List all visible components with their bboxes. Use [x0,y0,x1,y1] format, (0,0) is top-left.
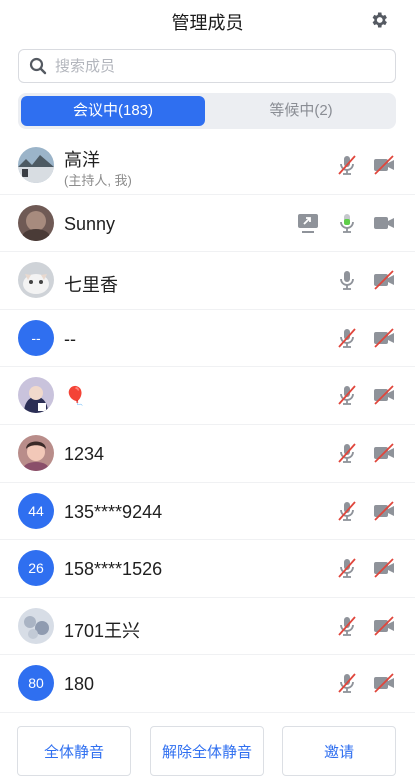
member-name: 135****9244 [64,501,163,522]
avatar [18,262,54,299]
member-tabs: 会议中(183) 等候中(2) [18,93,396,129]
member-name: 158****1526 [64,559,163,580]
mic-muted-icon[interactable] [335,671,359,695]
search-box[interactable] [18,49,396,83]
member-row[interactable]: 44 135****9244 [0,483,415,541]
member-name: 🎈 [64,386,87,407]
camera-on-icon[interactable] [372,211,396,235]
mic-muted-icon[interactable] [335,441,359,465]
unmute-all-button[interactable]: 解除全体静音 [150,726,264,776]
avatar: -- [18,319,54,356]
member-row[interactable]: 1701王兴 [0,598,415,656]
avatar [18,377,54,414]
camera-off-icon[interactable] [372,326,396,350]
mute-all-button[interactable]: 全体静音 [17,726,131,776]
gear-icon[interactable] [369,10,389,30]
member-name: 180 [64,674,95,695]
screen-share-icon[interactable] [296,211,320,235]
member-list: 高洋 (主持人, 我) Sunny 七里香 -- -- 🎈 1234 44 13… [0,137,415,713]
camera-off-icon[interactable] [372,671,396,695]
camera-off-icon[interactable] [372,499,396,523]
member-name: 高洋 [64,150,100,170]
search-input[interactable] [53,56,357,76]
member-row[interactable]: 1234 [0,425,415,483]
camera-off-icon[interactable] [372,383,396,407]
tab-waiting[interactable]: 等候中(2) [209,96,393,126]
mic-active-icon[interactable] [335,211,359,235]
camera-off-icon[interactable] [372,441,396,465]
member-name: 1234 [64,443,105,464]
avatar [18,204,54,241]
member-row[interactable]: 26 158****1526 [0,540,415,598]
member-row[interactable]: 七里香 [0,252,415,310]
bottom-actions: 全体静音 解除全体静音 邀请 [0,726,415,778]
avatar: 26 [18,550,54,587]
tab-in-meeting[interactable]: 会议中(183) [21,96,205,126]
avatar: 44 [18,492,54,529]
camera-off-icon[interactable] [372,614,396,638]
member-name: Sunny [64,213,116,234]
member-row[interactable]: 80 180 [0,655,415,713]
invite-button[interactable]: 邀请 [282,726,396,776]
page-title: 管理成员 [171,13,244,33]
camera-off-icon[interactable] [372,268,396,292]
mic-on-icon[interactable] [335,268,359,292]
member-role: (主持人, 我) [64,173,132,188]
camera-off-icon[interactable] [372,153,396,177]
mic-muted-icon[interactable] [335,326,359,350]
avatar [18,147,54,183]
member-row[interactable]: 高洋 (主持人, 我) [0,137,415,195]
member-name: 1701王兴 [64,620,141,641]
member-row[interactable]: -- -- [0,310,415,368]
header: 管理成员 [0,0,415,40]
member-name: -- [64,328,76,349]
member-row[interactable]: Sunny [0,195,415,253]
mic-muted-icon[interactable] [335,614,359,638]
member-name: 七里香 [64,275,118,296]
camera-off-icon[interactable] [372,556,396,580]
member-row[interactable]: 🎈 [0,367,415,425]
avatar [18,434,54,471]
mic-muted-icon[interactable] [335,499,359,523]
mic-muted-icon[interactable] [335,153,359,177]
avatar [18,607,54,644]
mic-muted-icon[interactable] [335,556,359,580]
mic-muted-icon[interactable] [335,383,359,407]
search-icon [29,57,47,75]
avatar: 80 [18,665,54,702]
